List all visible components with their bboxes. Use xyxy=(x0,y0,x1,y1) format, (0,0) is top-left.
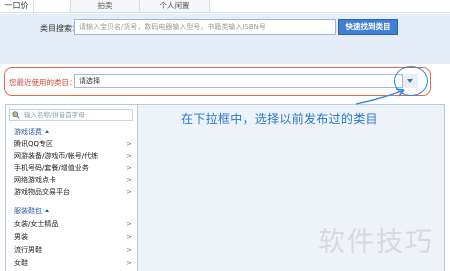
caret-up-icon xyxy=(45,130,49,133)
category-item[interactable]: 网络游戏点卡 > xyxy=(14,175,132,186)
group-title: 服装鞋包 xyxy=(14,207,42,215)
recent-category-selected-value: 请选择 xyxy=(79,77,100,85)
chevron-right-icon: > xyxy=(126,140,132,148)
chevron-right-icon: > xyxy=(126,152,132,160)
caret-up-icon xyxy=(45,209,49,212)
category-item-label: 网游装备/游戏币/帐号/代练 xyxy=(14,152,99,160)
quick-find-category-button[interactable]: 快速找到类目 xyxy=(338,19,398,35)
dropdown-highlight-circle xyxy=(394,66,428,96)
group-header-games[interactable]: 游戏话费 xyxy=(14,127,49,137)
tab-auction[interactable]: 拍卖 xyxy=(70,0,140,12)
chevron-right-icon: > xyxy=(126,188,132,196)
tab-fixed-price[interactable]: 一口价 xyxy=(0,0,34,12)
category-item-label: 游戏物品交易平台 xyxy=(14,188,70,196)
chevron-right-icon: > xyxy=(126,233,132,241)
category-item-label: 女装/女士精品 xyxy=(14,220,59,228)
category-item-label: 手机号码/套餐/增值业务 xyxy=(14,164,89,172)
category-item[interactable]: 男装 > xyxy=(14,232,132,243)
category-search-input[interactable]: 请输入宝贝名/货号，数码电器输入型号，书籍类输入ISBN号 xyxy=(74,19,336,35)
chevron-right-icon: > xyxy=(126,164,132,172)
search-icon xyxy=(12,111,20,119)
category-item[interactable]: 腾讯QQ专区 > xyxy=(14,139,132,150)
chevron-right-icon: > xyxy=(126,246,132,254)
category-list-column: 输入名称/拼音首字母 游戏话费 腾讯QQ专区 > 网游装备/游戏币/帐号/代练 > … xyxy=(6,105,138,271)
tab-personal-idle[interactable]: 个人闲置 xyxy=(140,0,210,12)
category-item-label: 腾讯QQ专区 xyxy=(14,140,54,148)
category-item-label: 流行男鞋 xyxy=(14,246,42,254)
chevron-right-icon: > xyxy=(126,259,132,267)
chevron-right-icon: > xyxy=(126,176,132,184)
category-filter-input[interactable]: 输入名称/拼音首字母 xyxy=(9,109,133,121)
category-item-label: 网络游戏点卡 xyxy=(14,176,56,184)
category-filter-placeholder: 输入名称/拼音首字母 xyxy=(24,111,85,119)
category-item[interactable]: 女装/女士精品 > xyxy=(14,219,132,230)
category-item[interactable]: 游戏物品交易平台 > xyxy=(14,187,132,198)
recent-category-label: 您最近使用的类目： xyxy=(9,78,77,87)
category-item-label: 男装 xyxy=(14,233,28,241)
chevron-right-icon: > xyxy=(126,220,132,228)
category-item[interactable]: 手机号码/套餐/增值业务 > xyxy=(14,163,132,174)
tab-bar: 一口价 拍卖 个人闲置 xyxy=(0,0,450,13)
group-header-clothing[interactable]: 服装鞋包 xyxy=(14,206,49,216)
annotation-text: 在下拉框中，选择以前发布过的类目 xyxy=(181,112,378,126)
category-item[interactable]: 女鞋 > xyxy=(14,258,132,269)
category-item-label: 女鞋 xyxy=(14,259,28,267)
recent-category-select[interactable]: 请选择 xyxy=(74,74,418,88)
category-item[interactable]: 网游装备/游戏币/帐号/代练 > xyxy=(14,151,132,162)
group-title: 游戏话费 xyxy=(14,128,42,136)
category-item[interactable]: 流行男鞋 > xyxy=(14,245,132,256)
watermark-text: 软件技巧 xyxy=(318,227,434,258)
